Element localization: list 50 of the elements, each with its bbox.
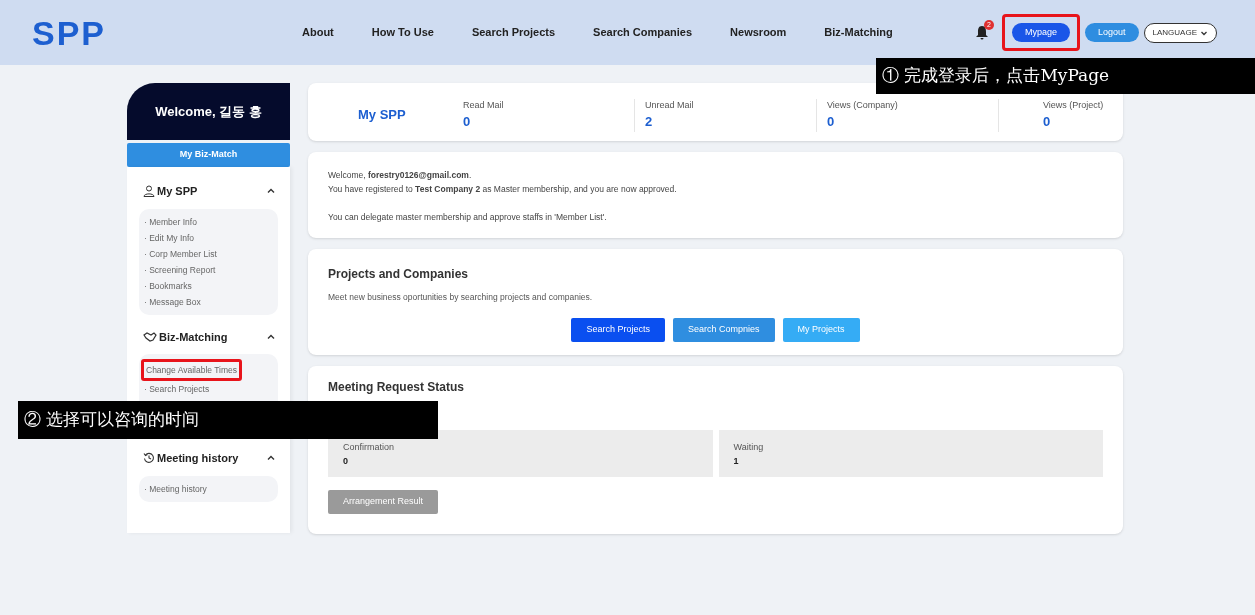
nav-link[interactable]: Search Companies: [593, 24, 693, 41]
history-icon: [143, 452, 155, 465]
person-icon: [143, 185, 155, 198]
submenu-item[interactable]: Change Available Times: [141, 359, 243, 381]
stat-label: Views (Project): [1043, 98, 1104, 112]
card-title: Meeting Request Status: [328, 379, 466, 396]
submenu-item[interactable]: · Member Info: [144, 213, 197, 230]
stat-value: 2: [645, 113, 654, 131]
status-value: 1: [733, 454, 740, 468]
card-description: Meet new business oportunities by searching projects and companies.: [328, 291, 594, 304]
section-title[interactable]: Biz-Matching: [159, 328, 228, 345]
annotation-callout: ② 选择可以咨询的时间: [18, 401, 438, 439]
logo[interactable]: SPP: [32, 15, 302, 50]
status-label: Waiting: [733, 441, 765, 454]
stat-label: Read Mail: [463, 98, 505, 112]
summary-title: My SPP: [357, 106, 407, 125]
status-label: Confirmation: [343, 441, 396, 454]
submenu-item[interactable]: · Edit My Info: [144, 229, 195, 246]
section-title[interactable]: Meeting history: [157, 450, 239, 467]
stat-label: Views (Company): [827, 98, 899, 112]
nav-link[interactable]: About: [302, 24, 334, 41]
status-value: 0: [343, 454, 349, 468]
welcome-message: You have registered to Test Company 2 as Master membership, and you are now approved.: [328, 183, 678, 196]
stat-value: 0: [827, 113, 836, 131]
card-title: Projects and Companies: [328, 266, 470, 283]
bell-icon[interactable]: [974, 24, 989, 41]
stat-value: 0: [1043, 113, 1052, 131]
nav-link[interactable]: How To Use: [371, 24, 434, 41]
submenu-item[interactable]: · Search Projects: [144, 381, 210, 397]
language-dropdown[interactable]: LANGUAGE: [1143, 22, 1217, 43]
nav-button[interactable]: Mypage: [1001, 13, 1080, 52]
welcome-banner: Welcome, 길동 홍: [127, 83, 290, 140]
submenu-item[interactable]: · Meeting history: [144, 480, 207, 497]
welcome-message: Welcome, forestry0126@gmail.com.: [328, 169, 473, 182]
submenu-item[interactable]: · Corp Member List: [144, 245, 217, 262]
submenu-item[interactable]: · Bookmarks: [144, 277, 192, 294]
stat-value: 0: [463, 113, 472, 131]
action-button[interactable]: Search Projects: [571, 317, 665, 342]
biz-match-button[interactable]: My Biz-Match: [127, 143, 290, 167]
stat-label: Unread Mail: [645, 98, 695, 112]
section-title[interactable]: My SPP: [157, 183, 198, 200]
submenu-item[interactable]: · Screening Report: [144, 261, 216, 278]
nav-link[interactable]: Biz-Matching: [824, 24, 893, 41]
submenu-item[interactable]: · Message Box: [144, 293, 201, 310]
nav-link[interactable]: Newsroom: [730, 24, 787, 41]
nav-button[interactable]: Logout: [1085, 22, 1139, 43]
nav-link[interactable]: Search Projects: [471, 24, 556, 41]
welcome-message: You can delegate master membership and approve staffs in 'Member List'.: [328, 211, 608, 224]
annotation-callout: ① 完成登录后，点击MyPage: [876, 58, 1255, 94]
action-button[interactable]: Search Compnies: [673, 317, 775, 342]
